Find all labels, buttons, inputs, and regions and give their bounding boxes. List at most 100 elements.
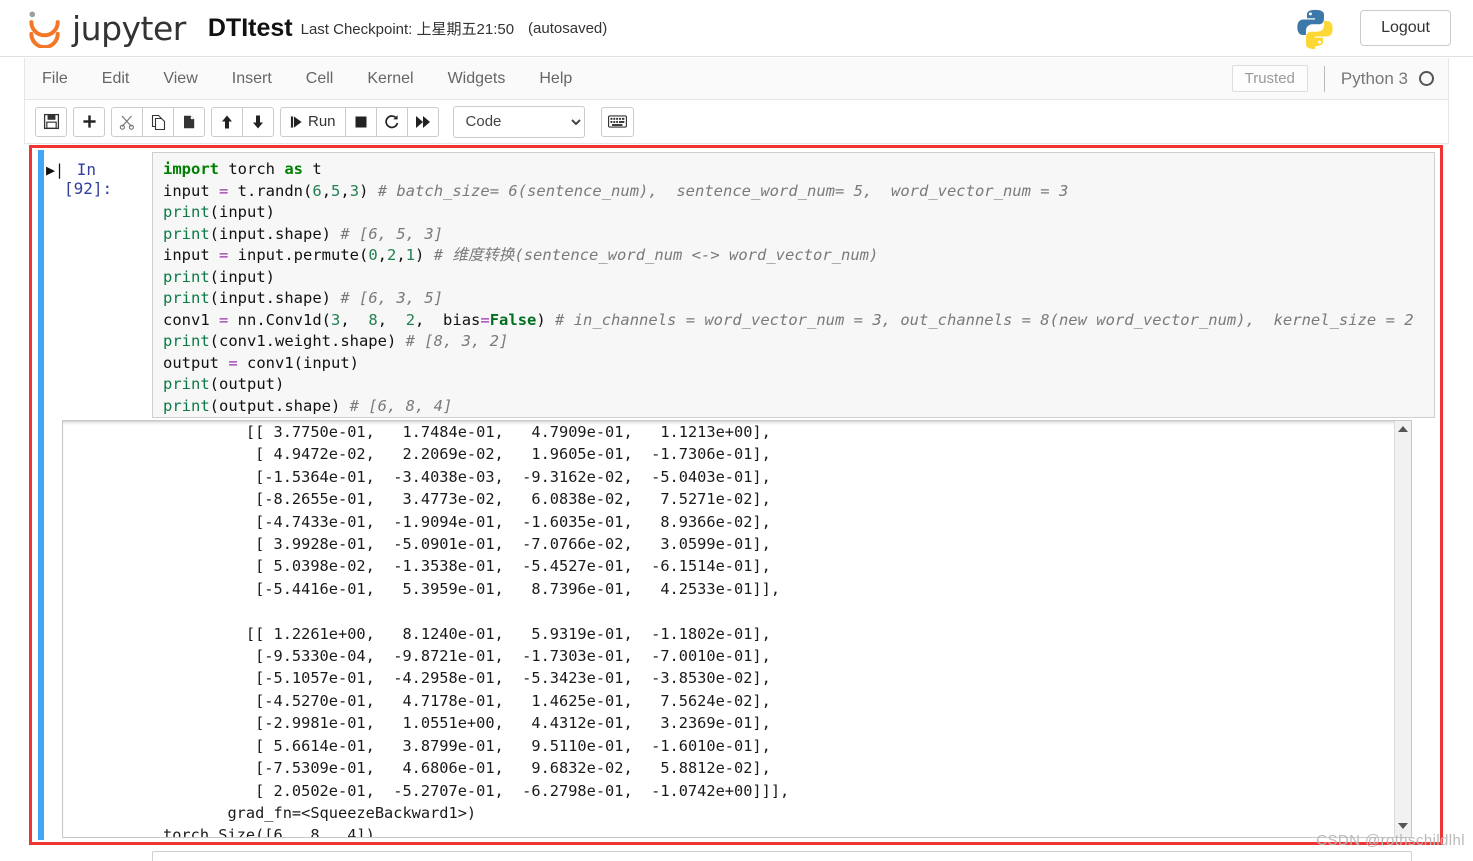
code-line: input = t.randn(6,5,3) # batch_size= 6(s…	[163, 181, 1424, 203]
csdn-watermark: CSDN @rothschildlhl	[1316, 832, 1465, 849]
arrow-up-icon	[222, 115, 232, 128]
cut-cells-button[interactable]	[111, 106, 143, 137]
code-token: ,	[340, 310, 369, 329]
code-token: ,	[377, 310, 406, 329]
output-line: [-4.7433e-01, -1.9094e-01, -1.6035e-01, …	[163, 512, 771, 531]
output-line: torch.Size([6, 8, 4])	[163, 826, 375, 837]
menu-item-insert[interactable]: Insert	[215, 59, 289, 99]
code-cell[interactable]: ▶| In [92]: import torch as t input = t.r…	[40, 152, 1435, 418]
output-vertical-scrollbar[interactable]	[1394, 421, 1411, 837]
python-logo-icon	[1297, 9, 1333, 49]
code-token: (output.shape)	[209, 396, 350, 415]
menu-item-cell[interactable]: Cell	[289, 59, 351, 99]
code-token: # batch_size= 6(sentence_num), sentence_…	[377, 181, 1069, 200]
code-token: as	[284, 160, 303, 178]
code-token: (input)	[209, 267, 275, 286]
code-token: )	[536, 310, 556, 329]
code-token: print	[163, 224, 210, 243]
jupyter-logo-link[interactable]: jupyter	[24, 8, 186, 48]
code-line: print(input.shape) # [6, 5, 3]	[163, 224, 1424, 246]
code-token: =	[228, 353, 238, 372]
logout-button[interactable]: Logout	[1360, 10, 1451, 46]
code-token: =	[480, 310, 490, 329]
copy-cells-button[interactable]	[142, 106, 174, 137]
restart-kernel-button[interactable]	[375, 106, 408, 137]
code-token: 1	[405, 246, 416, 264]
code-editor[interactable]: import torch as t input = t.randn(6,5,3) …	[152, 152, 1435, 418]
output-line: [ 2.0502e-01, -5.2707e-01, -6.2798e-01, …	[163, 781, 790, 800]
run-cell-button[interactable]: Run	[280, 106, 346, 137]
output-line: [[ 1.2261e+00, 8.1240e-01, 5.9319e-01, -…	[163, 624, 771, 643]
move-cell-up-button[interactable]	[211, 106, 243, 137]
code-token: t	[303, 160, 322, 178]
output-line: [ 5.6614e-01, 3.8799e-01, 9.5110e-01, -1…	[163, 736, 771, 755]
arrow-down-icon	[253, 115, 263, 128]
next-empty-cell[interactable]	[152, 851, 1412, 861]
notebook-title[interactable]: DTItest	[208, 14, 293, 43]
code-token: # [8, 3, 2]	[405, 332, 509, 350]
code-token: 2	[405, 310, 416, 329]
menu-item-edit[interactable]: Edit	[85, 59, 147, 99]
output-line: [-9.5330e-04, -9.8721e-01, -1.7303e-01, …	[163, 647, 771, 666]
code-line: output = conv1(input)	[163, 353, 1424, 375]
cell-output-area: [[ 3.7750e-01, 1.7484e-01, 4.7909e-01, 1…	[62, 420, 1412, 838]
code-token: (output)	[209, 375, 285, 393]
trusted-badge[interactable]: Trusted	[1231, 65, 1308, 92]
code-token: # [6, 5, 3]	[340, 224, 443, 243]
code-line: print(input)	[163, 202, 1424, 224]
code-line: print(conv1.weight.shape) # [8, 3, 2]	[163, 331, 1424, 353]
paste-cells-button[interactable]	[173, 106, 205, 137]
code-token: # 维度转换(sentence_word_num <-> word_vector…	[433, 246, 879, 264]
code-line: print(input.shape) # [6, 3, 5]	[163, 288, 1424, 310]
code-token: ,	[396, 246, 406, 264]
menu-item-widgets[interactable]: Widgets	[431, 59, 523, 99]
menu-item-help[interactable]: Help	[522, 59, 589, 99]
scroll-down-arrow-icon[interactable]	[1398, 823, 1409, 832]
insert-cell-below-button[interactable]	[73, 106, 105, 137]
restart-and-run-all-button[interactable]	[406, 106, 439, 137]
output-line: grad_fn=<SqueezeBackward1>)	[163, 803, 477, 822]
scroll-up-arrow-icon[interactable]	[1398, 426, 1409, 435]
code-token: 3	[349, 181, 360, 200]
interrupt-kernel-button[interactable]	[344, 106, 377, 137]
code-token: False	[489, 310, 537, 329]
move-cell-down-button[interactable]	[242, 106, 274, 137]
kernel-idle-circle-icon[interactable]	[1419, 71, 1434, 86]
menu-item-view[interactable]: View	[146, 59, 214, 99]
code-token: (input.shape)	[209, 289, 341, 307]
code-token: print	[163, 332, 210, 350]
selected-cell-indicator-bar	[38, 150, 44, 840]
cell-type-select[interactable]: Code Markdown Raw NBConvert Heading	[452, 105, 585, 138]
save-button[interactable]	[35, 106, 67, 137]
copy-icon	[151, 114, 166, 130]
menu-item-kernel[interactable]: Kernel	[350, 59, 430, 99]
code-token: nn.Conv1d(	[228, 310, 331, 329]
code-token: =	[219, 246, 229, 264]
code-token: 6	[312, 181, 322, 200]
output-line: [ 5.0398e-02, -1.3538e-01, -5.4527e-01, …	[163, 557, 771, 576]
toolbar-group-palette	[600, 106, 634, 137]
save-floppy-icon	[43, 113, 59, 130]
code-token: torch	[219, 160, 285, 178]
code-line: print(output.shape) # [6, 8, 4]	[163, 396, 1424, 418]
keyboard-icon	[607, 115, 627, 128]
output-line: [-7.5309e-01, 4.6806e-01, 9.6832e-02, 5.…	[163, 759, 771, 778]
toolbar-group-insert	[73, 106, 105, 137]
jupyter-logo-icon	[29, 11, 60, 48]
code-token: (conv1.weight.shape)	[209, 332, 406, 350]
code-token: 0	[368, 246, 378, 264]
code-line: input = input.permute(0,2,1) # 维度转换(sent…	[163, 245, 1424, 267]
menu-item-file[interactable]: File	[25, 59, 85, 99]
run-cell-play-icon[interactable]: ▶|	[46, 161, 64, 179]
code-token: 8	[368, 310, 378, 329]
output-scroll-content[interactable]: [[ 3.7750e-01, 1.7484e-01, 4.7909e-01, 1…	[63, 421, 1394, 837]
code-token: print	[163, 267, 210, 286]
stop-square-icon	[355, 116, 367, 127]
output-line: [-2.9981e-01, 1.0551e+00, 4.4312e-01, 3.…	[163, 714, 771, 733]
code-token: 5	[331, 181, 341, 200]
code-token: input	[163, 181, 219, 200]
command-palette-button[interactable]	[600, 106, 634, 137]
code-token: (input.shape)	[209, 224, 341, 243]
cell-prompt[interactable]: ▶| In [92]:	[40, 152, 152, 418]
